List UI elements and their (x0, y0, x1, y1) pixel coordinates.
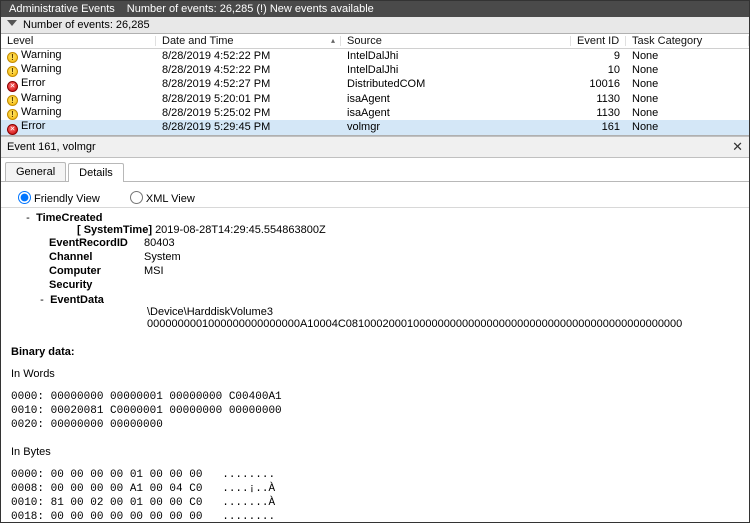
node-eventdata: EventData (50, 294, 104, 306)
cell-date: 8/28/2019 4:52:27 PM (156, 77, 341, 92)
warning-icon (7, 66, 18, 77)
detail-content[interactable]: - TimeCreated [ SystemTime] 2019-08-28T1… (1, 208, 749, 520)
cell-level: Warning (21, 49, 62, 61)
cell-eventid: 10016 (571, 77, 626, 92)
col-header-eventid[interactable]: Event ID (571, 34, 626, 49)
tab-details[interactable]: Details (68, 163, 124, 182)
label-channel: Channel (49, 251, 144, 263)
title-text: Administrative Events (9, 3, 115, 15)
detail-tabs: General Details (1, 158, 749, 182)
binary-words: 0000: 00000000 00000001 00000000 C00400A… (11, 390, 739, 432)
cell-date: 8/28/2019 5:29:45 PM (156, 120, 341, 135)
value-channel: System (144, 251, 181, 263)
table-row[interactable]: Critical 8/28/2019 5:29:45 PMKernel-Power… (1, 135, 749, 136)
cell-level: Error (21, 120, 45, 132)
cell-task: (63) (626, 135, 749, 136)
value-device: \Device\HarddiskVolume3 (147, 306, 739, 318)
cell-source: IntelDalJhi (341, 49, 571, 64)
cell-date: 8/28/2019 5:29:45 PM (156, 135, 341, 136)
value-systemtime: 2019-08-28T14:29:45.554863800Z (155, 224, 326, 236)
table-row[interactable]: Warning 8/28/2019 5:25:02 PMisaAgent1130N… (1, 106, 749, 120)
detail-pane-header: Event 161, volmgr ✕ (1, 136, 749, 158)
cell-level: Error (21, 77, 45, 89)
cell-source: DistributedCOM (341, 77, 571, 92)
cell-source: volmgr (341, 120, 571, 135)
warning-icon (7, 95, 18, 106)
warning-icon (7, 52, 18, 63)
radio-xml-view[interactable]: XML View (125, 193, 195, 205)
view-options: Friendly View XML View (1, 182, 749, 208)
cell-level: Warning (21, 63, 62, 75)
radio-friendly-input[interactable] (18, 191, 31, 204)
table-row[interactable]: Warning 8/28/2019 4:52:22 PMIntelDalJhi9N… (1, 49, 749, 64)
label-in-words: In Words (11, 368, 739, 380)
binary-data-title: Binary data: (11, 346, 739, 358)
cell-eventid: 1130 (571, 106, 626, 120)
cell-date: 8/28/2019 4:52:22 PM (156, 63, 341, 77)
sort-indicator-icon: ▴ (331, 36, 335, 45)
table-row[interactable]: Error 8/28/2019 5:29:45 PMvolmgr161None (1, 120, 749, 135)
col-header-date[interactable]: Date and Time▴ (156, 34, 341, 49)
label-security: Security (49, 279, 144, 291)
cell-task: None (626, 77, 749, 92)
label-recordid: EventRecordID (49, 237, 144, 249)
window-titlebar: Administrative Events Number of events: … (1, 1, 749, 17)
tree-collapse-icon[interactable]: - (23, 212, 33, 224)
col-header-task[interactable]: Task Category (626, 34, 749, 49)
cell-source: isaAgent (341, 106, 571, 120)
cell-level: Warning (21, 92, 62, 104)
event-grid[interactable]: Level Date and Time▴ Source Event ID Tas… (1, 34, 749, 136)
error-icon (7, 81, 18, 92)
cell-date: 8/28/2019 4:52:22 PM (156, 49, 341, 64)
label-computer: Computer (49, 265, 144, 277)
filter-bar: Number of events: 26,285 (1, 17, 749, 34)
binary-bytes: 0000: 00 00 00 00 01 00 00 00 ........ 0… (11, 468, 739, 520)
col-header-source[interactable]: Source (341, 34, 571, 49)
warning-icon (7, 109, 18, 120)
node-timecreated: TimeCreated (36, 212, 102, 224)
cell-eventid: 161 (571, 120, 626, 135)
cell-level: Warning (21, 106, 62, 118)
table-row[interactable]: Warning 8/28/2019 5:20:01 PMisaAgent1130N… (1, 92, 749, 106)
value-hex: 0000000001000000000000000A10004C08100020… (147, 318, 739, 330)
table-row[interactable]: Warning 8/28/2019 4:52:22 PMIntelDalJhi10… (1, 63, 749, 77)
radio-xml-input[interactable] (130, 191, 143, 204)
cell-date: 8/28/2019 5:25:02 PM (156, 106, 341, 120)
filter-icon[interactable] (7, 20, 17, 30)
error-icon (7, 124, 18, 135)
col-header-level[interactable]: Level (1, 34, 156, 49)
cell-source: Kernel-Power (341, 135, 571, 136)
cell-date: 8/28/2019 5:20:01 PM (156, 92, 341, 106)
cell-source: IntelDalJhi (341, 63, 571, 77)
cell-eventid: 10 (571, 63, 626, 77)
cell-eventid: 9 (571, 49, 626, 64)
cell-source: isaAgent (341, 92, 571, 106)
cell-task: None (626, 49, 749, 64)
detail-title: Event 161, volmgr (7, 141, 96, 153)
label-in-bytes: In Bytes (11, 446, 739, 458)
cell-task: None (626, 120, 749, 135)
grid-header-row[interactable]: Level Date and Time▴ Source Event ID Tas… (1, 34, 749, 49)
tab-general[interactable]: General (5, 162, 66, 181)
cell-task: None (626, 63, 749, 77)
label-systemtime: [ SystemTime] (77, 224, 152, 236)
cell-eventid: 1130 (571, 92, 626, 106)
cell-task: None (626, 92, 749, 106)
filter-count-label: Number of events: 26,285 (23, 19, 150, 31)
value-recordid: 80403 (144, 237, 175, 249)
cell-task: None (626, 106, 749, 120)
value-computer: MSI (144, 265, 164, 277)
cell-level: Critical (21, 135, 55, 136)
title-subtext: Number of events: 26,285 (!) New events … (127, 3, 374, 15)
radio-friendly-view[interactable]: Friendly View (13, 193, 100, 205)
table-row[interactable]: Error 8/28/2019 4:52:27 PMDistributedCOM1… (1, 77, 749, 92)
tree-collapse-icon[interactable]: - (37, 294, 47, 306)
cell-eventid: 41 (571, 135, 626, 136)
close-icon[interactable]: ✕ (732, 139, 743, 155)
